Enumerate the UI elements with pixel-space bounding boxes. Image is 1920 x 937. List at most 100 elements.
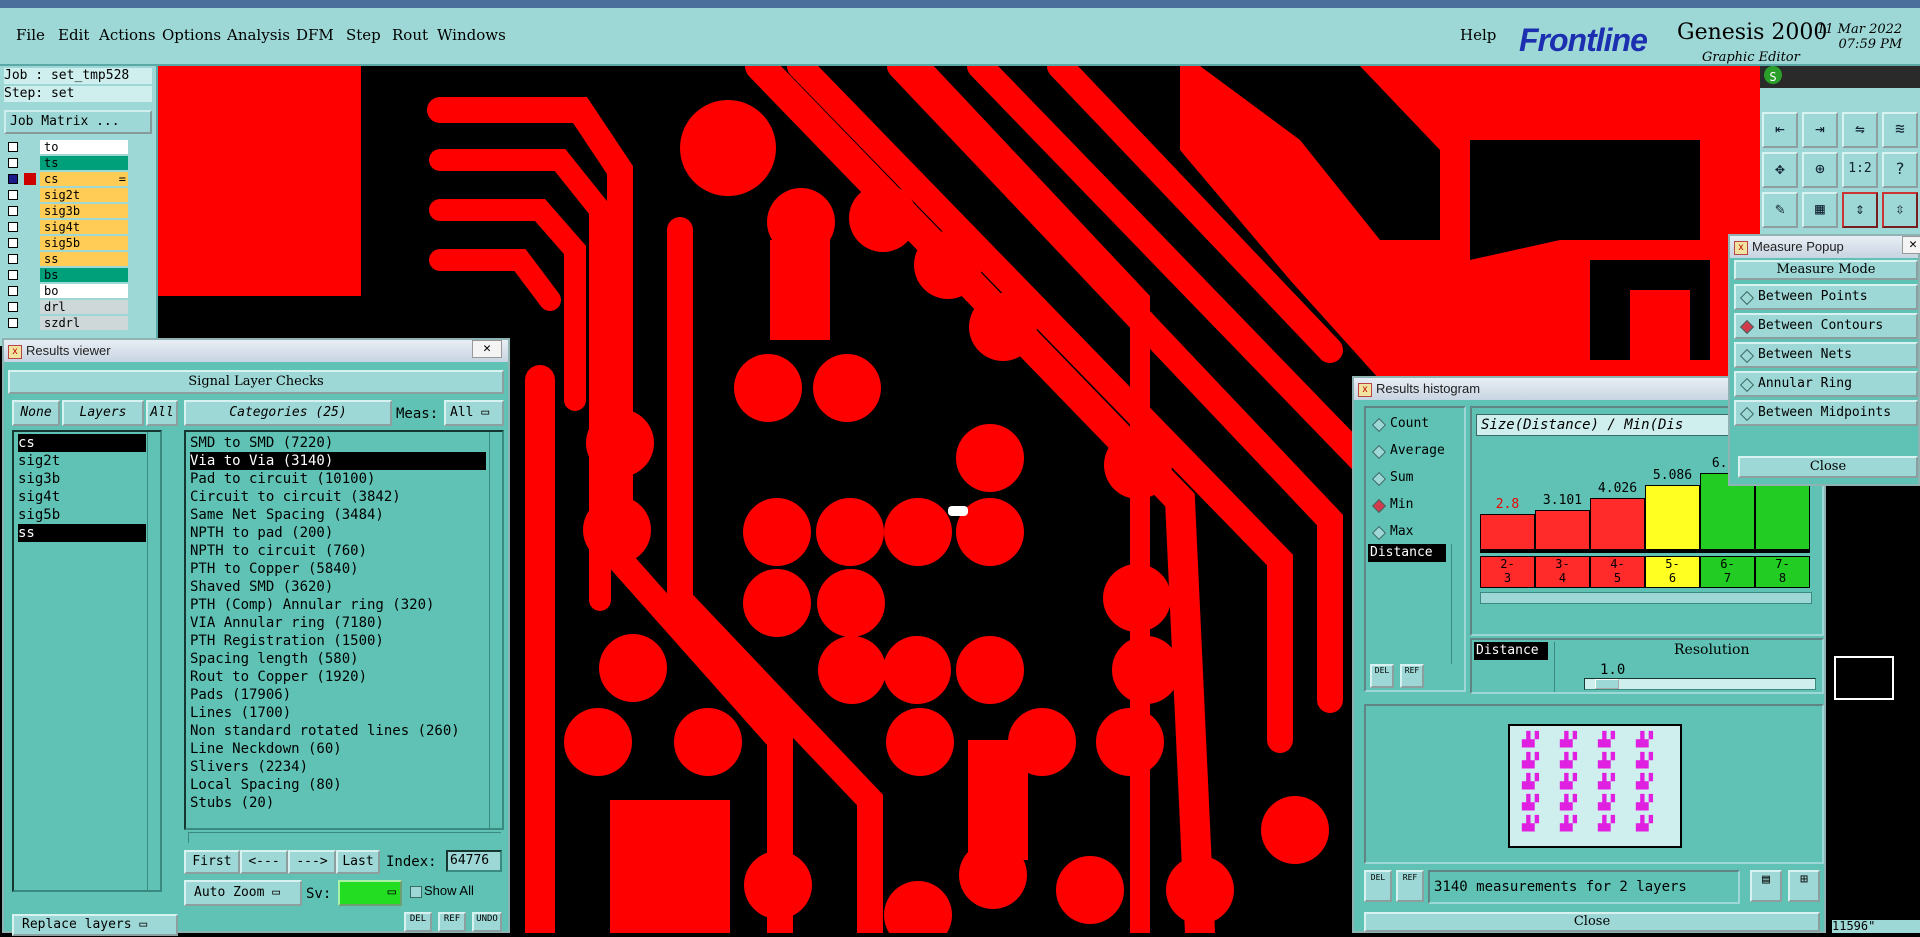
toolbar-fit-icon[interactable]: ✥ xyxy=(1762,152,1798,188)
layer-row[interactable]: bs xyxy=(6,268,128,282)
category-item[interactable]: Slivers (2234) xyxy=(190,758,486,776)
menu-help[interactable]: Help xyxy=(1460,26,1496,44)
category-item[interactable]: Rout to Copper (1920) xyxy=(190,668,486,686)
ref-button[interactable]: REF xyxy=(438,912,466,932)
show-all-checkbox[interactable] xyxy=(410,886,422,898)
index-input[interactable]: 64776 xyxy=(446,850,502,872)
layer-checkbox[interactable] xyxy=(8,318,18,328)
hist-del-button[interactable]: DEL xyxy=(1370,664,1394,688)
result-layer-item[interactable]: sig2t xyxy=(18,452,146,470)
layer-row[interactable]: ss xyxy=(6,252,128,266)
menu-windows[interactable]: Windows xyxy=(437,26,506,44)
layer-row[interactable]: sig5b xyxy=(6,236,128,250)
categories-scrollbar[interactable] xyxy=(489,432,502,828)
histogram-bar[interactable] xyxy=(1590,498,1645,550)
measure-option-radio[interactable] xyxy=(1739,290,1755,306)
category-item[interactable]: Spacing length (580) xyxy=(190,650,486,668)
categories-button[interactable]: Categories (25) xyxy=(184,400,392,426)
layer-row[interactable]: to xyxy=(6,140,128,154)
auto-zoom-dropdown[interactable]: Auto Zoom ▭ xyxy=(184,880,302,906)
measure-option-radio[interactable] xyxy=(1739,348,1755,364)
category-item[interactable]: Stubs (20) xyxy=(190,794,486,812)
result-layer-item[interactable]: sig3b xyxy=(18,470,146,488)
measure-option[interactable]: Between Nets xyxy=(1734,342,1918,368)
category-item[interactable]: Same Net Spacing (3484) xyxy=(190,506,486,524)
mode-radio[interactable] xyxy=(1371,417,1387,433)
category-item[interactable]: Lines (1700) xyxy=(190,704,486,722)
first-button[interactable]: First xyxy=(184,850,240,874)
mode-radio[interactable] xyxy=(1371,471,1387,487)
mode-radio[interactable] xyxy=(1371,498,1387,514)
categories-list[interactable]: SMD to SMD (7220) Via to Via (3140) Pad to… xyxy=(184,430,504,830)
toolbar-help-icon[interactable]: ? xyxy=(1882,152,1918,188)
layer-row[interactable]: cs = xyxy=(6,172,128,186)
result-layer-item[interactable]: cs xyxy=(18,434,146,452)
resolution-slider-thumb[interactable] xyxy=(1595,679,1619,689)
next-button[interactable]: ---> xyxy=(288,850,336,874)
toolbar-measure-icon[interactable]: ⇕ xyxy=(1842,192,1878,228)
category-item[interactable]: Via to Via (3140) xyxy=(190,452,486,470)
measure-option[interactable]: Annular Ring xyxy=(1734,371,1918,397)
category-item[interactable]: Non standard rotated lines (260) xyxy=(190,722,486,740)
status-ref-button[interactable]: REF xyxy=(1396,870,1424,902)
measure-option-radio[interactable] xyxy=(1739,377,1755,393)
layer-row[interactable]: sig4t xyxy=(6,220,128,234)
layer-checkbox[interactable] xyxy=(8,270,18,280)
undo-button[interactable]: UNDO xyxy=(472,912,502,932)
job-matrix-button[interactable]: Job Matrix ... xyxy=(4,110,152,134)
results-viewer-close-icon[interactable]: ✕ xyxy=(472,340,502,358)
layer-checkbox[interactable] xyxy=(8,238,18,248)
result-layer-item[interactable]: sig5b xyxy=(18,506,146,524)
mode-radio[interactable] xyxy=(1371,444,1387,460)
menu-dfm[interactable]: DFM xyxy=(296,26,334,44)
category-item[interactable]: SMD to SMD (7220) xyxy=(190,434,486,452)
category-item[interactable]: VIA Annular ring (7180) xyxy=(190,614,486,632)
histogram-bar[interactable] xyxy=(1645,484,1700,550)
menu-rout[interactable]: Rout xyxy=(392,26,428,44)
category-item[interactable]: PTH Registration (1500) xyxy=(190,632,486,650)
histogram-bar[interactable] xyxy=(1480,514,1535,550)
category-item[interactable]: Shaved SMD (3620) xyxy=(190,578,486,596)
mode-label[interactable]: Max xyxy=(1390,524,1413,539)
status-del-button[interactable]: DEL xyxy=(1364,870,1392,902)
measure-option[interactable]: Between Contours xyxy=(1734,313,1918,339)
menu-edit[interactable]: Edit xyxy=(58,26,89,44)
toolbar-scale-icon[interactable]: 1:2 xyxy=(1842,152,1878,188)
layer-row[interactable]: sig2t xyxy=(6,188,128,202)
measure-option-radio[interactable] xyxy=(1739,406,1755,422)
layer-row[interactable]: ts xyxy=(6,156,128,170)
toolbar-zigzag-icon[interactable]: ≋ xyxy=(1882,112,1918,148)
distance-selected-item[interactable]: Distance xyxy=(1368,544,1446,562)
toolbar-measure2-icon[interactable]: ⇳ xyxy=(1882,192,1918,228)
result-layer-item[interactable]: ss xyxy=(18,524,146,542)
layer-checkbox[interactable] xyxy=(8,158,18,168)
layer-checkbox[interactable] xyxy=(8,174,18,184)
category-item[interactable]: Line Neckdown (60) xyxy=(190,740,486,758)
category-item[interactable]: NPTH to circuit (760) xyxy=(190,542,486,560)
del-button[interactable]: DEL xyxy=(404,912,432,932)
mode-label[interactable]: Average xyxy=(1390,443,1445,458)
resolution-scrollbar[interactable] xyxy=(1554,642,1565,692)
category-item[interactable]: Pads (17906) xyxy=(190,686,486,704)
category-item[interactable]: Local Spacing (80) xyxy=(190,776,486,794)
layer-checkbox[interactable] xyxy=(8,286,18,296)
ime-logo-icon[interactable]: S xyxy=(1764,66,1782,84)
histogram-hscrollbar[interactable] xyxy=(1480,592,1812,604)
layer-list-scrollbar[interactable] xyxy=(147,432,160,890)
layer-row[interactable]: sig3b xyxy=(6,204,128,218)
toolbar-shrink-left-icon[interactable]: ⇤ xyxy=(1762,112,1798,148)
menu-file[interactable]: File xyxy=(16,26,45,44)
layer-checkbox[interactable] xyxy=(8,222,18,232)
layer-checkbox[interactable] xyxy=(8,206,18,216)
histogram-zoom-icon[interactable]: ⊞ xyxy=(1788,870,1820,902)
histogram-view-icon[interactable]: ▤ xyxy=(1750,870,1782,902)
menu-step[interactable]: Step xyxy=(346,26,381,44)
menu-options[interactable]: Options xyxy=(162,26,221,44)
layers-button[interactable]: Layers xyxy=(62,400,144,426)
category-item[interactable]: PTH (Comp) Annular ring (320) xyxy=(190,596,486,614)
histogram-bar[interactable] xyxy=(1535,510,1590,550)
layer-checkbox[interactable] xyxy=(8,142,18,152)
meas-dropdown[interactable]: All ▭ xyxy=(444,400,504,426)
mode-scrollbar[interactable] xyxy=(1451,544,1462,664)
resolution-distance-item[interactable]: Distance xyxy=(1474,642,1548,660)
